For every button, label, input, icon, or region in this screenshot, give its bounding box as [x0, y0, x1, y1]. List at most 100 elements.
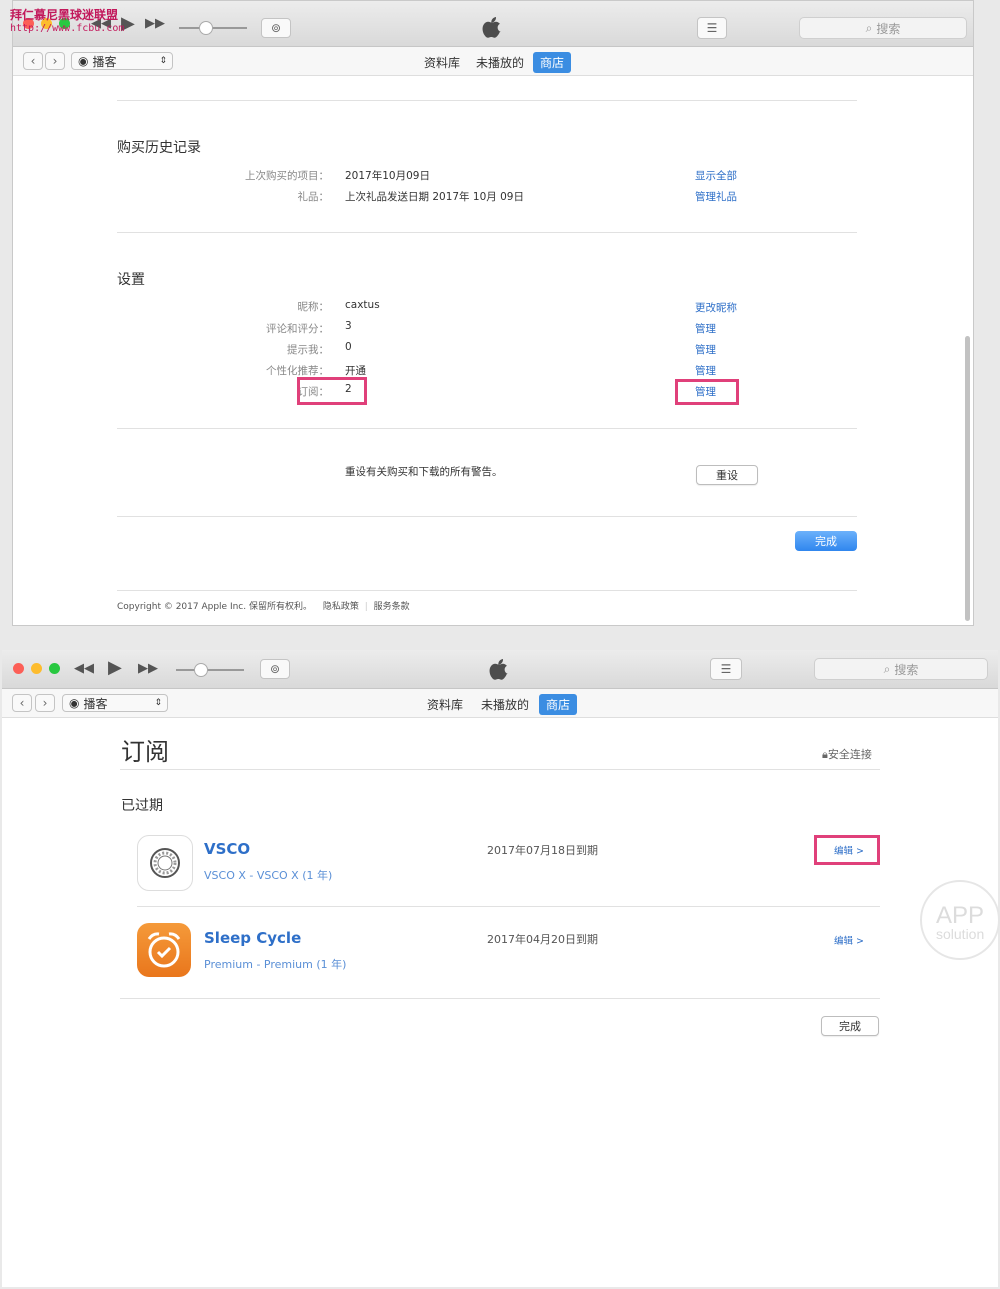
- divider: [120, 998, 880, 999]
- back-button[interactable]: ‹: [23, 52, 43, 70]
- scrollbar[interactable]: [965, 336, 970, 621]
- tab-unplayed[interactable]: 未播放的: [469, 52, 531, 73]
- sleep-cycle-app-icon[interactable]: [137, 923, 191, 977]
- subscription-name[interactable]: VSCO: [204, 840, 250, 858]
- settings-title: 设置: [117, 272, 145, 288]
- volume-slider[interactable]: [179, 27, 247, 29]
- play-icon[interactable]: ▶: [108, 657, 122, 678]
- done-button[interactable]: 完成: [821, 1016, 879, 1036]
- media-type-select[interactable]: ◉ 播客 ⇕: [71, 52, 173, 70]
- watermark-line1: 拜仁慕尼黑球迷联盟: [10, 8, 119, 22]
- search-icon: ⌕: [883, 661, 891, 676]
- secure-connection-label: 安全连接: [827, 748, 872, 761]
- tab-store[interactable]: 商店: [533, 52, 572, 73]
- reset-button[interactable]: 重设: [696, 465, 758, 485]
- apple-logo: [481, 15, 503, 39]
- row-value: 上次礼品发送日期 2017年 10月 09日: [345, 191, 524, 203]
- subscription-plan: VSCO X - VSCO X (1 年): [204, 869, 333, 882]
- row-label: 上次购买的项目：: [245, 170, 329, 182]
- row-label: 提示我：: [287, 344, 329, 356]
- done-button[interactable]: 完成: [795, 531, 857, 551]
- toolbar: ◀◀ ▶ ▶▶ ⊚ ☰ ⌕ 搜索: [2, 650, 998, 689]
- terms-link[interactable]: 服务条款: [374, 602, 410, 612]
- volume-knob[interactable]: [199, 21, 213, 35]
- divider: [117, 428, 857, 429]
- subscription-name[interactable]: Sleep Cycle: [204, 929, 301, 947]
- manage-alerts-link[interactable]: 管理: [695, 342, 716, 357]
- list-icon: ☰: [706, 21, 718, 35]
- row-label: 礼品：: [297, 191, 330, 203]
- subscription-expiry: 2017年04月20日到期: [487, 933, 598, 946]
- forward-button[interactable]: ›: [35, 694, 55, 712]
- row-value: 2017年10月09日: [345, 170, 430, 182]
- search-field[interactable]: ⌕ 搜索: [814, 658, 988, 680]
- row-value: 0: [345, 341, 352, 353]
- show-all-link[interactable]: 显示全部: [695, 168, 737, 183]
- divider: [117, 100, 857, 101]
- footer: Copyright © 2017 Apple Inc. 保留所有权利。 隐私政策…: [117, 599, 410, 612]
- volume-knob[interactable]: [194, 663, 208, 677]
- row-value: caxtus: [345, 299, 380, 311]
- divider: [117, 516, 857, 517]
- media-select-label: 播客: [83, 696, 108, 711]
- navigation-bar: ‹ › ◉ 播客 ⇕ 资料库 未播放的 商店: [13, 47, 973, 76]
- apple-logo: [488, 657, 510, 681]
- row-value: 3: [345, 320, 352, 332]
- rewind-icon[interactable]: ◀◀: [74, 661, 94, 676]
- select-arrows-icon: ⇕: [159, 56, 167, 66]
- volume-slider[interactable]: [176, 669, 244, 671]
- row-label: 评论和评分：: [266, 323, 329, 335]
- vsco-app-icon[interactable]: [137, 835, 193, 891]
- row-label: 个性化推荐：: [266, 365, 329, 377]
- page-title: 订阅: [121, 738, 169, 766]
- list-view-button[interactable]: ☰: [710, 658, 742, 680]
- copyright-text: Copyright © 2017 Apple Inc. 保留所有权利。: [117, 602, 312, 612]
- change-nickname-link[interactable]: 更改昵称: [695, 300, 737, 315]
- media-select-label: 播客: [92, 54, 117, 69]
- manage-gifts-link[interactable]: 管理礼品: [695, 189, 737, 204]
- manage-reviews-link[interactable]: 管理: [695, 321, 716, 336]
- app-solution-badge: APP solution: [920, 880, 1000, 960]
- tab-library[interactable]: 资料库: [417, 52, 467, 73]
- divider: [120, 769, 880, 770]
- tab-store[interactable]: 商店: [539, 694, 578, 715]
- itunes-window-account: ◀◀ ▶ ▶▶ ⊚ ☰ ⌕ 搜索 ‹ › ◉ 播客 ⇕ 资料库 未播放的 商店 …: [12, 0, 974, 626]
- list-icon: ☰: [720, 662, 732, 676]
- highlight-box: [675, 379, 739, 405]
- fast-forward-icon[interactable]: ▶▶: [138, 661, 158, 676]
- podcast-icon: ◉: [69, 696, 80, 710]
- media-type-select[interactable]: ◉ 播客 ⇕: [62, 694, 168, 712]
- tab-unplayed[interactable]: 未播放的: [474, 694, 536, 715]
- row-value: 开通: [345, 365, 366, 377]
- airplay-button[interactable]: ⊚: [261, 18, 291, 38]
- zoom-window-button[interactable]: [49, 663, 60, 674]
- minimize-window-button[interactable]: [31, 663, 42, 674]
- manage-recommendations-link[interactable]: 管理: [695, 363, 716, 378]
- toolbar: ◀◀ ▶ ▶▶ ⊚ ☰ ⌕ 搜索: [13, 1, 973, 47]
- edit-subscription-button[interactable]: 编辑 >: [834, 933, 864, 947]
- purchase-history-title: 购买历史记录: [117, 140, 201, 156]
- privacy-policy-link[interactable]: 隐私政策: [323, 602, 359, 612]
- podcast-icon: ◉: [78, 54, 89, 68]
- airplay-icon: ⊚: [270, 21, 282, 35]
- fast-forward-icon[interactable]: ▶▶: [145, 16, 165, 31]
- row-label: 昵称：: [297, 301, 330, 313]
- close-window-button[interactable]: [13, 663, 24, 674]
- reset-warnings-text: 重设有关购买和下载的所有警告。: [345, 466, 503, 478]
- watermark-line2: http://www.fcbu.com: [10, 23, 125, 34]
- divider: [117, 590, 857, 591]
- list-view-button[interactable]: ☰: [697, 17, 727, 39]
- divider: [117, 232, 857, 233]
- secure-connection: 🔒︎安全连接: [822, 746, 872, 762]
- back-button[interactable]: ‹: [12, 694, 32, 712]
- tab-library[interactable]: 资料库: [420, 694, 470, 715]
- airplay-icon: ⊚: [269, 662, 281, 676]
- itunes-window-subscriptions: ◀◀ ▶ ▶▶ ⊚ ☰ ⌕ 搜索 ‹ › ◉ 播客 ⇕ 资料库 未播放的 商店 …: [2, 650, 998, 1287]
- forward-button[interactable]: ›: [45, 52, 65, 70]
- search-icon: ⌕: [865, 20, 873, 35]
- airplay-button[interactable]: ⊚: [260, 659, 290, 679]
- footer-separator: |: [364, 602, 368, 612]
- search-field[interactable]: ⌕ 搜索: [799, 17, 967, 39]
- subscription-expiry: 2017年07月18日到期: [487, 844, 598, 857]
- watermark: 拜仁慕尼黑球迷联盟 http://www.fcbu.com: [10, 8, 124, 36]
